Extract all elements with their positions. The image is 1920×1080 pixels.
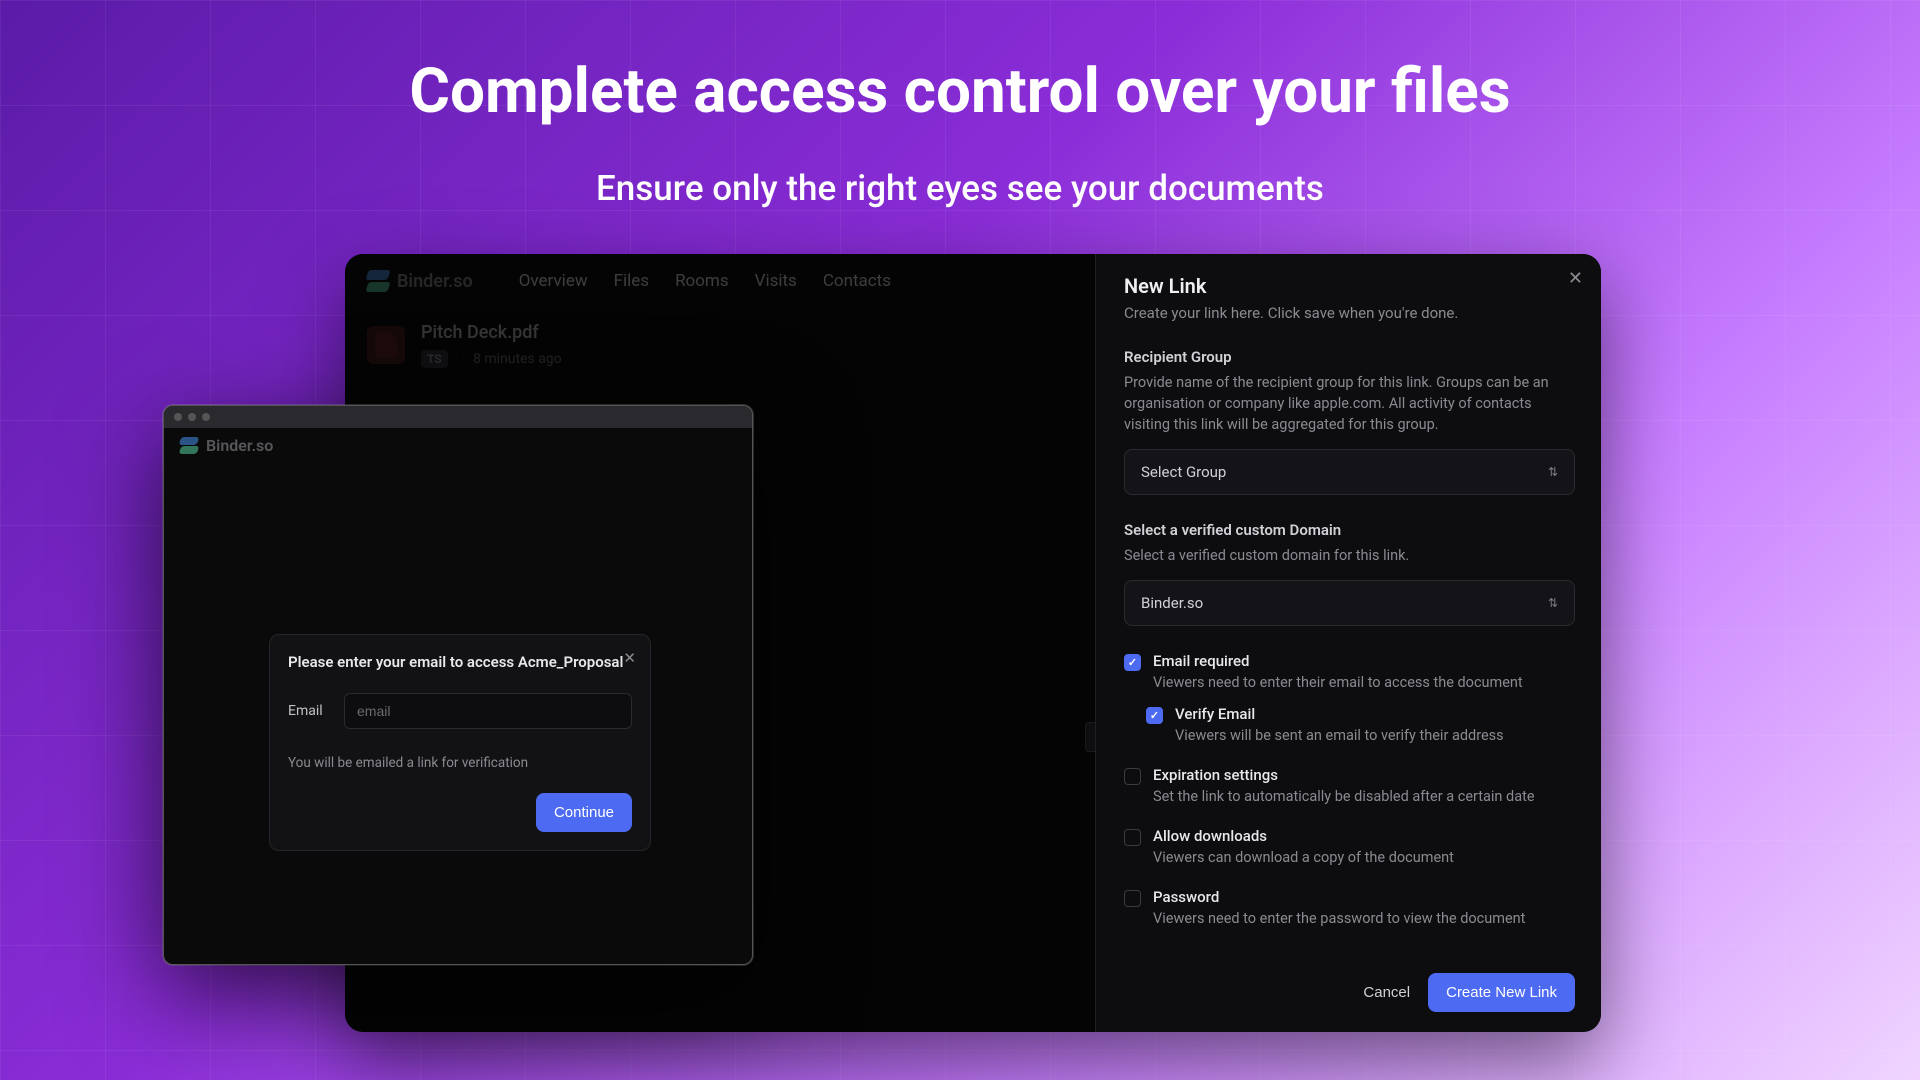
option-label: Expiration settings (1153, 766, 1535, 784)
option-email-required[interactable]: Email required Viewers need to enter the… (1124, 652, 1575, 691)
checkbox-downloads[interactable] (1124, 829, 1141, 846)
domain-select-value: Binder.so (1141, 594, 1203, 612)
brand-mark-icon (367, 270, 389, 292)
panel-title: New Link (1124, 274, 1575, 298)
nav-contacts[interactable]: Contacts (823, 271, 891, 291)
option-desc: Viewers need to enter their email to acc… (1153, 674, 1523, 691)
nav-overview[interactable]: Overview (519, 271, 588, 291)
option-label: Email required (1153, 652, 1523, 670)
domain-select[interactable]: Binder.so ⇅ (1124, 580, 1575, 626)
continue-button[interactable]: Continue (536, 793, 632, 832)
option-password[interactable]: Password Viewers need to enter the passw… (1124, 888, 1575, 927)
hero-title: Complete access control over your files (0, 55, 1920, 128)
create-link-button[interactable]: Create New Link (1428, 973, 1575, 1012)
checkbox-password[interactable] (1124, 890, 1141, 907)
recipient-select-value: Select Group (1141, 463, 1226, 481)
domain-label: Select a verified custom Domain (1124, 521, 1575, 539)
chevron-updown-icon: ⇅ (1548, 466, 1558, 478)
option-label: Allow downloads (1153, 827, 1454, 845)
file-name: Pitch Deck.pdf (421, 322, 562, 343)
recipient-label: Recipient Group (1124, 348, 1575, 366)
option-desc: Viewers can download a copy of the docum… (1153, 849, 1454, 866)
chevron-updown-icon: ⇅ (1548, 597, 1558, 609)
brand-logo[interactable]: Binder.so (367, 270, 473, 292)
viewer-window: Binder.so ✕ Please enter your email to a… (163, 405, 753, 965)
cancel-button[interactable]: Cancel (1363, 984, 1410, 1001)
nav-visits[interactable]: Visits (755, 271, 797, 291)
window-titlebar (164, 406, 752, 428)
modal-footer: Continue (288, 793, 632, 832)
option-label: Verify Email (1175, 705, 1504, 723)
option-desc: Set the link to automatically be disable… (1153, 788, 1535, 805)
panel-subtitle: Create your link here. Click save when y… (1124, 304, 1575, 322)
brand-logo[interactable]: Binder.so (180, 436, 273, 455)
email-gate-modal: ✕ Please enter your email to access Acme… (269, 634, 651, 851)
file-meta: Pitch Deck.pdf TS • 8 minutes ago (421, 322, 562, 368)
close-icon[interactable]: ✕ (623, 649, 636, 667)
brand-name: Binder.so (206, 436, 273, 455)
brand-name: Binder.so (397, 271, 473, 292)
email-label: Email (288, 703, 328, 719)
hero-subtitle: Ensure only the right eyes see your docu… (0, 168, 1920, 209)
traffic-light-icon (174, 413, 182, 421)
email-row: Email (288, 693, 632, 729)
new-link-panel: ✕ New Link Create your link here. Click … (1095, 254, 1601, 1032)
traffic-light-icon (202, 413, 210, 421)
domain-desc: Select a verified custom domain for this… (1124, 545, 1575, 566)
email-input[interactable] (344, 693, 632, 729)
modal-title: Please enter your email to access Acme_P… (288, 653, 632, 671)
verify-note: You will be emailed a link for verificat… (288, 755, 632, 771)
option-label: Password (1153, 888, 1525, 906)
pdf-icon (367, 326, 405, 364)
file-time: 8 minutes ago (473, 351, 562, 367)
checkbox-expiration[interactable] (1124, 768, 1141, 785)
option-expiration[interactable]: Expiration settings Set the link to auto… (1124, 766, 1575, 805)
option-verify-email[interactable]: Verify Email Viewers will be sent an ema… (1146, 705, 1575, 744)
brand-mark-icon (180, 437, 198, 455)
panel-footer: Cancel Create New Link (1124, 973, 1575, 1012)
checkbox-verify-email[interactable] (1146, 707, 1163, 724)
nav-rooms[interactable]: Rooms (675, 271, 729, 291)
recipient-desc: Provide name of the recipient group for … (1124, 372, 1575, 435)
checkbox-email-required[interactable] (1124, 654, 1141, 671)
option-downloads[interactable]: Allow downloads Viewers can download a c… (1124, 827, 1575, 866)
recipient-select[interactable]: Select Group ⇅ (1124, 449, 1575, 495)
traffic-light-icon (188, 413, 196, 421)
main-nav: Overview Files Rooms Visits Contacts (519, 271, 891, 291)
viewer-header: Binder.so (164, 428, 752, 463)
option-desc: Viewers will be sent an email to verify … (1175, 727, 1504, 744)
nav-files[interactable]: Files (614, 271, 649, 291)
option-desc: Viewers need to enter the password to vi… (1153, 910, 1525, 927)
owner-badge: TS (421, 350, 448, 368)
close-icon[interactable]: ✕ (1568, 268, 1583, 289)
